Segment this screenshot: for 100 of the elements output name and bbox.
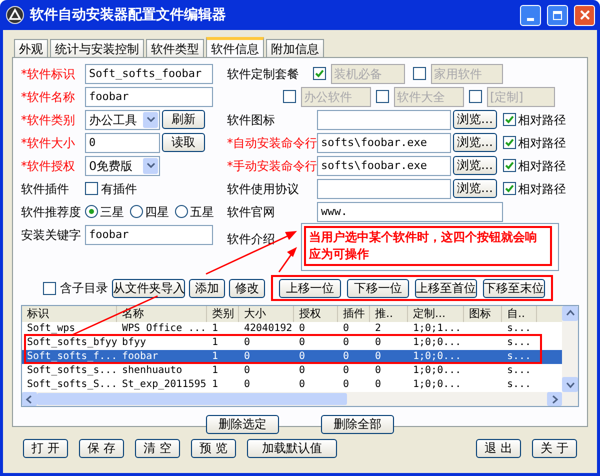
table-row[interactable]: Soft_softs_s... shenhuauto 1 0 0 0 0 1;0;0... s...	[22, 364, 562, 378]
button[interactable]: 下移至末位	[483, 278, 545, 298]
button[interactable]: 刷新	[162, 110, 205, 129]
button[interactable]: 退 出	[476, 439, 521, 458]
scroll-left-icon[interactable]	[22, 392, 37, 406]
table-cell: 0	[244, 337, 250, 348]
tab[interactable]: 软件类型	[146, 39, 204, 57]
table-cell: 42040192	[244, 323, 292, 334]
input-field[interactable]: Soft_softs_foobar	[85, 64, 213, 84]
table-row[interactable]: Soft_softs_bfyy bfyy 1 0 0 0 0 1;0;0... s...	[22, 336, 562, 350]
checkbox[interactable]	[376, 90, 389, 103]
button[interactable]: 上移一位	[279, 278, 341, 298]
check-icon	[505, 184, 514, 193]
table-cell: s...	[507, 379, 532, 390]
column-header[interactable]: 标识	[22, 306, 117, 322]
caret-icon	[143, 158, 158, 174]
field-label: 软件官网	[227, 204, 276, 220]
dropdown[interactable]: 0免费版	[85, 156, 160, 176]
column-header[interactable]: 图标	[464, 306, 502, 322]
table-row[interactable]: Soft_wps WPS Office ... 1 42040192 0 0 2 1;0;1... s...	[22, 322, 562, 336]
input-field[interactable]	[317, 178, 451, 198]
scrollbar-thumb[interactable]	[37, 393, 347, 405]
close-button[interactable]	[574, 4, 595, 26]
table-cell: Soft_wps	[27, 323, 76, 334]
tab[interactable]: 附加信息	[266, 39, 324, 57]
column-header[interactable]: 授权	[294, 306, 338, 322]
button[interactable]: 浏览…	[453, 133, 497, 152]
checkbox[interactable]	[313, 67, 326, 80]
checkbox[interactable]	[85, 182, 98, 195]
column-header[interactable]: 大小	[239, 306, 294, 322]
button[interactable]: 下移一位	[347, 278, 409, 298]
button[interactable]: 浏览…	[453, 179, 497, 198]
radio-label: 三星	[100, 204, 124, 220]
button[interactable]: 删除全部	[321, 415, 394, 434]
scroll-up-icon[interactable]	[562, 306, 578, 321]
table-cell: Soft_softs_f...	[27, 351, 118, 362]
button[interactable]: 删除选定	[206, 415, 279, 434]
minimize-button[interactable]	[520, 4, 541, 26]
button[interactable]: 保 存	[79, 439, 124, 458]
horizontal-scrollbar[interactable]	[22, 392, 578, 406]
input-field[interactable]	[317, 110, 451, 130]
table-cell: 0	[299, 323, 306, 334]
input-field[interactable]: www.	[317, 202, 503, 222]
radio-label: 四星	[145, 204, 169, 220]
button[interactable]: 打 开	[23, 439, 68, 458]
tab[interactable]: 统计与安装控制	[50, 39, 144, 57]
field-label: 软件介绍	[227, 232, 275, 246]
checkbox[interactable]	[503, 182, 516, 195]
radio-button[interactable]	[130, 205, 143, 218]
dropdown[interactable]: 办公工具	[85, 110, 160, 130]
button[interactable]: 浏览…	[453, 110, 497, 129]
text-area[interactable]: 当用户选中某个软件时，这四个按钮就会响应为可操作	[301, 223, 559, 271]
tab[interactable]: 软件信息	[206, 37, 264, 57]
option-field: 装机必备	[331, 64, 405, 84]
button[interactable]: 预 览	[191, 439, 236, 458]
scroll-right-icon[interactable]	[547, 392, 562, 406]
caret-icon	[143, 112, 158, 128]
checkbox[interactable]	[503, 113, 516, 126]
column-header[interactable]: 推..	[370, 306, 408, 322]
button[interactable]: 清 空	[135, 439, 180, 458]
scroll-down-icon[interactable]	[562, 377, 578, 392]
table-cell: 1;0;0...	[413, 365, 462, 376]
input-field[interactable]: softs\foobar.exe	[317, 132, 451, 152]
vertical-scrollbar[interactable]	[562, 306, 578, 392]
check-icon	[505, 138, 514, 147]
table-cell: 0	[375, 351, 382, 362]
table-cell: 0	[299, 379, 306, 390]
table-cell: Soft_softs_S...	[27, 379, 118, 390]
button[interactable]: 添加	[189, 278, 225, 298]
radio-button[interactable]	[175, 205, 188, 218]
checkbox[interactable]	[43, 282, 56, 294]
column-header[interactable]: 定制...	[408, 306, 464, 322]
input-field[interactable]: softs\foobar.exe	[317, 156, 451, 176]
column-header[interactable]: 类别	[207, 306, 239, 322]
button[interactable]: 上移至首位	[415, 278, 477, 298]
checkbox[interactable]	[413, 67, 426, 80]
column-header[interactable]: 自..	[502, 306, 537, 322]
maximize-button[interactable]	[547, 4, 568, 26]
checkbox[interactable]	[283, 90, 296, 103]
field-label: 软件定制套餐	[227, 66, 300, 82]
checkbox[interactable]	[469, 90, 482, 103]
checkbox[interactable]	[503, 159, 516, 172]
checkbox[interactable]	[503, 136, 516, 149]
button[interactable]: 关 于	[532, 439, 577, 458]
table-cell: 1	[212, 323, 218, 334]
button[interactable]: 修改	[229, 278, 265, 298]
button[interactable]: 加载默认值	[247, 439, 337, 458]
input-field[interactable]: 0	[85, 132, 160, 152]
table-cell: 0	[343, 323, 350, 334]
input-field[interactable]: foobar	[85, 86, 213, 106]
tab[interactable]: 外观	[14, 39, 48, 57]
input-field[interactable]: foobar	[85, 224, 213, 244]
button[interactable]: 读取	[162, 133, 205, 152]
close-icon	[580, 10, 590, 20]
table-cell: 0	[299, 337, 306, 348]
radio-button[interactable]	[85, 205, 98, 218]
column-header[interactable]: 插件	[338, 306, 370, 322]
button[interactable]: 浏览…	[453, 156, 497, 175]
table-row[interactable]: Soft_softs_S... St_exp_2011595 1 0 0 0 0 1;0;0... s...	[22, 378, 562, 392]
table-cell: 0	[244, 351, 250, 362]
